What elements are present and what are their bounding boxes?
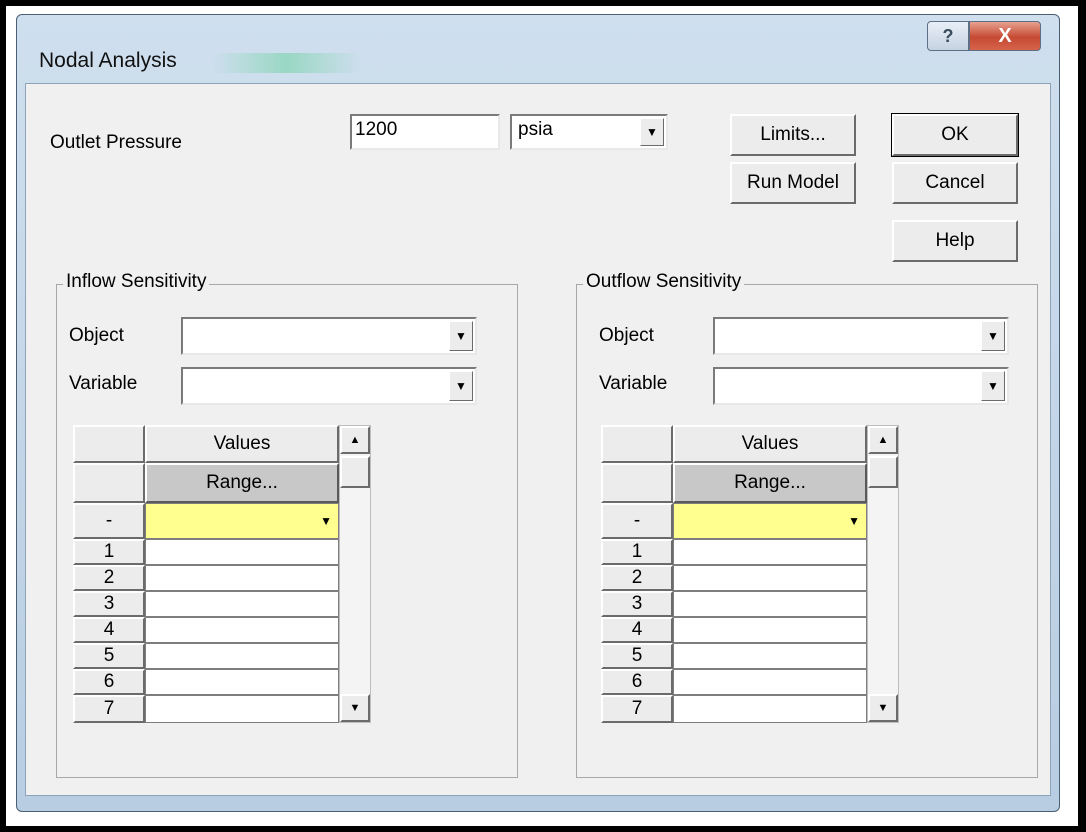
table-row[interactable] (145, 617, 339, 643)
inflow-sensitivity-title: Inflow Sensitivity (63, 271, 210, 293)
chevron-down-icon[interactable]: ▼ (449, 321, 473, 351)
scroll-thumb[interactable] (868, 456, 898, 488)
outlet-pressure-label: Outlet Pressure (50, 132, 182, 153)
table-row[interactable] (673, 565, 867, 591)
outflow-variable-label: Variable (599, 373, 668, 394)
range-row-header (73, 463, 145, 503)
row-number: 1 (601, 539, 673, 565)
table-row[interactable] (145, 591, 339, 617)
scroll-up-icon[interactable]: ▲ (340, 426, 370, 454)
row-number: 2 (73, 565, 145, 591)
inflow-object-select[interactable]: ▼ (181, 317, 477, 355)
outflow-object-label: Object (599, 325, 654, 346)
row-number: 4 (601, 617, 673, 643)
chevron-down-icon[interactable]: ▼ (981, 371, 1005, 401)
row-number: 7 (73, 695, 145, 723)
outflow-sensitivity-title: Outflow Sensitivity (583, 271, 745, 293)
inflow-variable-select[interactable]: ▼ (181, 367, 477, 405)
row-number: 5 (601, 643, 673, 669)
chevron-down-icon[interactable]: ▼ (320, 514, 332, 528)
table-row[interactable] (673, 617, 867, 643)
table-row[interactable] (673, 643, 867, 669)
row-number: 7 (601, 695, 673, 723)
grid-corner-cell (73, 425, 145, 463)
outflow-range-button[interactable]: Range... (673, 463, 867, 503)
run-model-button[interactable]: Run Model (730, 162, 856, 204)
outflow-variable-select[interactable]: ▼ (713, 367, 1009, 405)
dialog-client-area: Outlet Pressure 1200 psia ▼ Limits... OK… (25, 83, 1051, 796)
row-number: 3 (601, 591, 673, 617)
scroll-thumb[interactable] (340, 456, 370, 488)
window-title: Nodal Analysis (39, 49, 177, 72)
outflow-sensitivity-group: Outflow Sensitivity Object ▼ Variable ▼ … (576, 271, 1038, 778)
inflow-scrollbar[interactable]: ▲ ▼ (339, 425, 371, 723)
row-number: 5 (73, 643, 145, 669)
row-number: 3 (73, 591, 145, 617)
chevron-down-icon[interactable]: ▼ (449, 371, 473, 401)
table-row[interactable] (673, 695, 867, 723)
help-button[interactable]: Help (892, 220, 1018, 262)
outlet-pressure-input[interactable]: 1200 (350, 114, 500, 150)
title-bar: Nodal Analysis ? X (17, 15, 1059, 87)
outflow-scrollbar[interactable]: ▲ ▼ (867, 425, 899, 723)
row-number: 1 (73, 539, 145, 565)
inflow-sensitivity-group: Inflow Sensitivity Object ▼ Variable ▼ V… (56, 271, 518, 778)
help-icon[interactable]: ? (927, 21, 969, 51)
values-column-header: Values (673, 425, 867, 463)
pressure-unit-select[interactable]: psia ▼ (510, 114, 668, 150)
range-row-header (601, 463, 673, 503)
chevron-down-icon[interactable]: ▼ (848, 514, 860, 528)
table-row[interactable] (145, 669, 339, 695)
row-number: 6 (73, 669, 145, 695)
grid-corner-cell (601, 425, 673, 463)
scroll-down-icon[interactable]: ▼ (868, 694, 898, 722)
inflow-range-button[interactable]: Range... (145, 463, 339, 503)
table-row[interactable] (673, 591, 867, 617)
table-row[interactable] (145, 539, 339, 565)
outflow-value-dropdown[interactable]: ▼ (673, 503, 867, 539)
inflow-object-label: Object (69, 325, 124, 346)
scroll-down-icon[interactable]: ▼ (340, 694, 370, 722)
inflow-variable-label: Variable (69, 373, 138, 394)
table-row[interactable] (145, 565, 339, 591)
input-row-header: - (73, 503, 145, 539)
table-row[interactable] (673, 539, 867, 565)
table-row[interactable] (145, 695, 339, 723)
scroll-up-icon[interactable]: ▲ (868, 426, 898, 454)
chevron-down-icon[interactable]: ▼ (640, 118, 664, 146)
inflow-value-dropdown[interactable]: ▼ (145, 503, 339, 539)
outflow-object-select[interactable]: ▼ (713, 317, 1009, 355)
close-icon[interactable]: X (969, 21, 1041, 51)
table-row[interactable] (673, 669, 867, 695)
table-row[interactable] (145, 643, 339, 669)
cancel-button[interactable]: Cancel (892, 162, 1018, 204)
row-number: 4 (73, 617, 145, 643)
nodal-analysis-dialog: Nodal Analysis ? X Outlet Pressure 1200 … (16, 14, 1060, 812)
title-redaction (212, 53, 362, 73)
input-row-header: - (601, 503, 673, 539)
values-column-header: Values (145, 425, 339, 463)
row-number: 2 (601, 565, 673, 591)
chevron-down-icon[interactable]: ▼ (981, 321, 1005, 351)
limits-button[interactable]: Limits... (730, 114, 856, 156)
pressure-unit-value: psia (518, 119, 553, 140)
ok-button[interactable]: OK (891, 113, 1019, 157)
row-number: 6 (601, 669, 673, 695)
